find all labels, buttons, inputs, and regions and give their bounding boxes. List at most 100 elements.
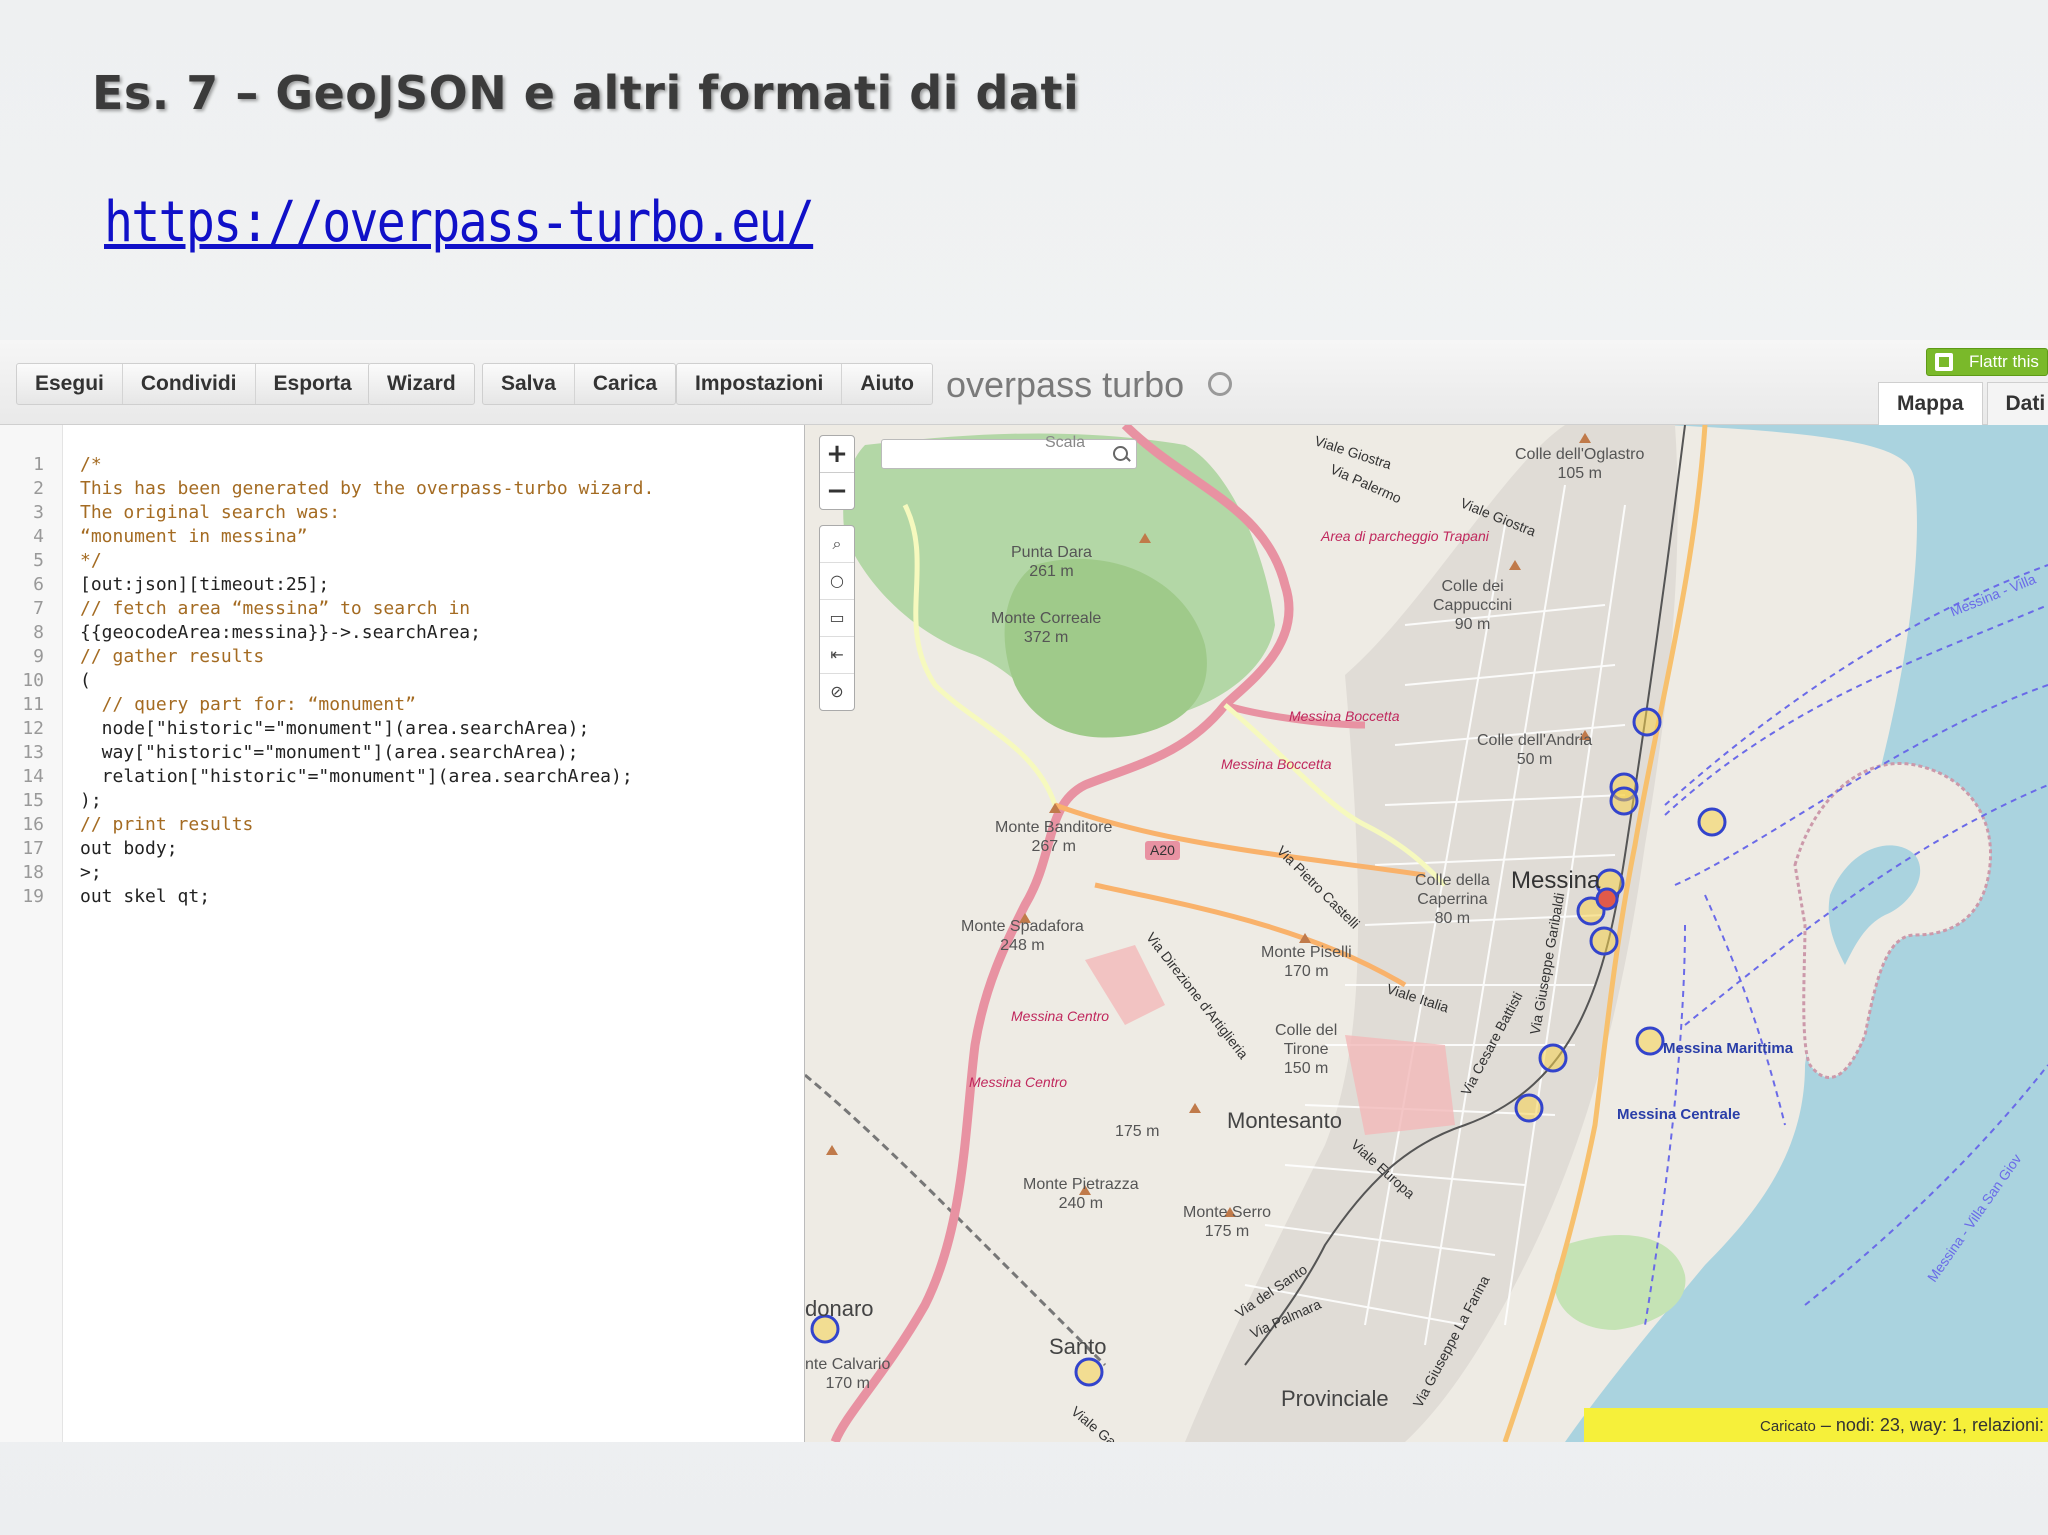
flattr-icon xyxy=(1935,353,1953,371)
line-number: 3 xyxy=(33,502,44,523)
line-number: 11 xyxy=(22,694,44,715)
map-label-monte-calvario: nte Calvario 170 m xyxy=(805,1356,891,1392)
map-label-colle-cappuccini: Colle dei Cappuccini 90 m xyxy=(1433,578,1513,633)
map-label-monte-spadafora: Monte Spadafora 248 m xyxy=(961,918,1084,954)
line-number: 19 xyxy=(22,886,44,907)
code-line[interactable]: >; xyxy=(80,861,102,885)
map-label-colle-andria: Colle dell'Andria 50 m xyxy=(1477,732,1593,768)
line-number: 1 xyxy=(33,454,44,475)
code-line[interactable]: // query part for: “monument” xyxy=(80,693,416,717)
line-number: 17 xyxy=(22,838,44,859)
brand-logo-icon xyxy=(1208,372,1232,396)
map-label-monte-piselli: Monte Piselli 170 m xyxy=(1261,944,1352,980)
code-line[interactable]: // fetch area “messina” to search in xyxy=(80,597,470,621)
map-search-input[interactable] xyxy=(881,439,1137,469)
map-label-donaro: donaro xyxy=(805,1296,874,1321)
zoom-out-button[interactable]: − xyxy=(820,473,854,509)
map-label-messina-marittima: Messina Marittima xyxy=(1663,1040,1794,1057)
map-label-colle-oglastro: Colle dell'Oglastro 105 m xyxy=(1515,446,1645,482)
code-line[interactable]: ( xyxy=(80,669,91,693)
view-tabs: Mappa Dati xyxy=(1878,382,2048,425)
tab-map[interactable]: Mappa xyxy=(1878,382,1983,425)
status-text: – nodi: 23, way: 1, relazioni: xyxy=(1815,1415,2044,1435)
query-editor[interactable]: 1 /* 2 This has been generated by the overp… xyxy=(0,425,805,1442)
overpass-turbo-app: Esegui Condividi Esporta Wizard Salva Ca… xyxy=(0,340,2048,1442)
save-button[interactable]: Salva xyxy=(483,364,575,404)
map-label-punta-dara: Punta Dara 261 m xyxy=(1011,544,1092,580)
map-label-monte-pietrazza: Monte Pietrazza 240 m xyxy=(1023,1176,1139,1212)
slide-title: Es. 7 – GeoJSON e altri formati di dati xyxy=(92,66,1080,120)
code-line[interactable]: “monument in messina” xyxy=(80,525,308,549)
code-line[interactable]: /* xyxy=(80,453,102,477)
code-line[interactable]: // gather results xyxy=(80,645,264,669)
line-number: 8 xyxy=(33,622,44,643)
help-button[interactable]: Aiuto xyxy=(842,364,932,404)
flattr-label: Flattr this xyxy=(1969,352,2039,371)
code-line[interactable]: way["historic"="monument"](area.searchAr… xyxy=(80,741,579,765)
map-tools: ⌕ ○ ▭ ⇤ ⊘ xyxy=(819,525,855,711)
code-line[interactable]: out skel qt; xyxy=(80,885,210,909)
save-load-group: Salva Carica xyxy=(482,363,677,405)
settings-button[interactable]: Impostazioni xyxy=(677,364,843,404)
search-location-icon[interactable]: ⌕ xyxy=(820,526,854,563)
fit-data-icon[interactable]: ⇤ xyxy=(820,637,854,674)
line-number: 4 xyxy=(33,526,44,547)
line-number: 10 xyxy=(22,670,44,691)
code-line[interactable]: The original search was: xyxy=(80,501,340,525)
zoom-control: + − xyxy=(819,435,855,510)
code-line[interactable]: */ xyxy=(80,549,102,573)
wizard-group: Wizard xyxy=(368,363,475,405)
map-label-a20: A20 xyxy=(1145,841,1180,860)
line-number: 16 xyxy=(22,814,44,835)
search-icon xyxy=(1113,446,1128,461)
zoom-in-button[interactable]: + xyxy=(820,436,854,473)
export-button[interactable]: Esporta xyxy=(256,364,370,404)
status-prefix: Caricato xyxy=(1760,1418,1816,1435)
code-line[interactable]: [out:json][timeout:25]; xyxy=(80,573,329,597)
line-number: 7 xyxy=(33,598,44,619)
map-label-monte-banditore: Monte Banditore 267 m xyxy=(995,819,1113,855)
code-line[interactable]: ); xyxy=(80,789,102,813)
run-button[interactable]: Esegui xyxy=(17,364,123,404)
map-label-messina-centro-2: Messina Centro xyxy=(969,1074,1068,1090)
map-label-montesanto: Montesanto xyxy=(1227,1108,1342,1133)
line-number: 2 xyxy=(33,478,44,499)
code-line[interactable]: // print results xyxy=(80,813,253,837)
code-line[interactable]: relation["historic"="monument"](area.sea… xyxy=(80,765,633,789)
map-label-messina-centrale: Messina Centrale xyxy=(1617,1106,1741,1123)
map-label-scala: Scala xyxy=(1045,434,1086,451)
share-button[interactable]: Condividi xyxy=(123,364,256,404)
map-label-monte-correale: Monte Correale 372 m xyxy=(991,610,1102,646)
map-label-messina-centro-1: Messina Centro xyxy=(1011,1008,1110,1024)
map-label-area-parcheggio: Area di parcheggio Trapani xyxy=(1321,528,1489,544)
map-label-colle-caperrina: Colle della Caperrina 80 m xyxy=(1415,872,1490,927)
line-number: 6 xyxy=(33,574,44,595)
map-label-provinciale: Provinciale xyxy=(1281,1386,1389,1411)
flattr-button[interactable]: Flattr this xyxy=(1926,348,2048,376)
locate-icon[interactable]: ○ xyxy=(820,563,854,600)
code-line[interactable]: {{geocodeArea:messina}}->.searchArea; xyxy=(80,621,481,645)
code-line[interactable]: out body; xyxy=(80,837,178,861)
map-label-santo: Santo xyxy=(1049,1334,1107,1359)
map-label-colle-tirone: Colle del Tirone 150 m xyxy=(1275,1022,1338,1077)
map-view[interactable]: + − ⌕ ○ ▭ ⇤ ⊘ Punta Dara 261 m Monte Corr… xyxy=(805,425,2048,1442)
run-share-export-group: Esegui Condividi Esporta xyxy=(16,363,371,405)
load-button[interactable]: Carica xyxy=(575,364,675,404)
wizard-button[interactable]: Wizard xyxy=(369,364,474,404)
line-number: 9 xyxy=(33,646,44,667)
map-label-175: 175 m xyxy=(1115,1123,1160,1140)
brand-title: overpass turbo xyxy=(946,364,1185,405)
image-icon[interactable]: ▭ xyxy=(820,600,854,637)
selected-marker xyxy=(1595,887,1619,911)
line-number: 12 xyxy=(22,718,44,739)
overpass-link[interactable]: https://overpass-turbo.eu/ xyxy=(104,190,815,255)
clear-icon[interactable]: ⊘ xyxy=(820,674,854,710)
toolbar: Esegui Condividi Esporta Wizard Salva Ca… xyxy=(0,340,2048,425)
status-bar: Caricato – nodi: 23, way: 1, relazioni: xyxy=(1584,1408,2048,1442)
map-label-messina-boccetta-2: Messina Boccetta xyxy=(1221,756,1332,772)
code-line[interactable]: node["historic"="monument"](area.searchA… xyxy=(80,717,590,741)
map-label-monte-serro: Monte Serro 175 m xyxy=(1183,1204,1272,1240)
tab-data[interactable]: Dati xyxy=(1986,382,2048,425)
code-line[interactable]: This has been generated by the overpass-… xyxy=(80,477,654,501)
line-number: 5 xyxy=(33,550,44,571)
